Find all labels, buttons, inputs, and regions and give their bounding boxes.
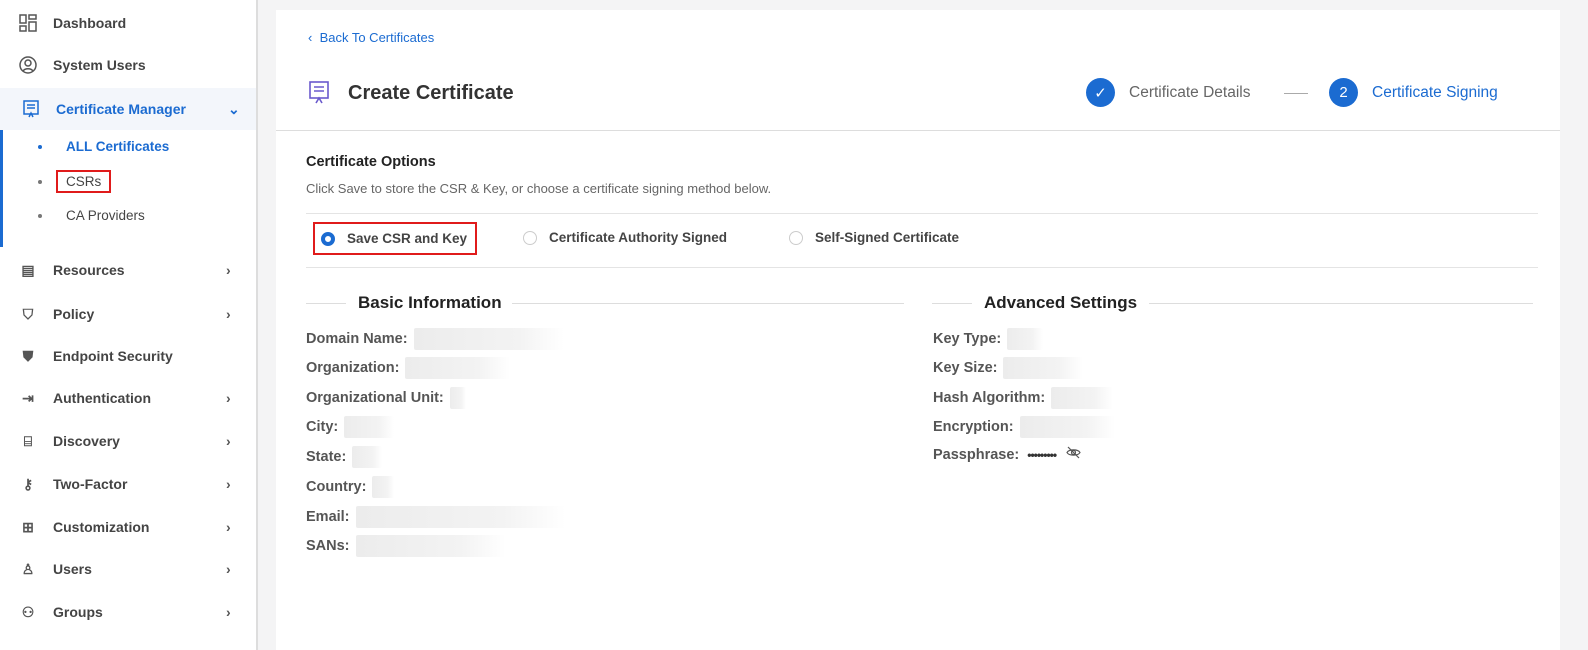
radio-certificate-authority-signed[interactable]: Certificate Authority Signed	[523, 230, 727, 245]
radio-unselected	[789, 230, 803, 245]
blurred-value	[1019, 416, 1115, 438]
sidebar-item-certificate-manager[interactable]: Certificate Manager ⌄	[0, 88, 256, 130]
chevron-down-icon: ⌄	[228, 100, 240, 117]
server-icon: ▤	[21, 261, 35, 278]
radio-selected	[321, 231, 335, 246]
back-link[interactable]: ‹ Back To Certificates	[308, 30, 434, 45]
step-connector	[1284, 93, 1308, 94]
sidebar-item-groups[interactable]: ⚇ Groups ›	[0, 592, 256, 632]
login-icon: ⇥	[22, 389, 34, 406]
sidebar-item-authentication[interactable]: ⇥ Authentication ›	[0, 378, 256, 418]
field-country: Country:	[306, 476, 395, 498]
main-card: ‹ Back To Certificates Create Certificat…	[276, 10, 1560, 650]
field-sans: SANs:	[306, 535, 506, 557]
blurred-value	[405, 357, 511, 379]
passphrase-value: •••••••••	[1027, 447, 1057, 462]
certificate-icon	[308, 80, 330, 104]
chevron-right-icon: ›	[226, 476, 231, 492]
blurred-value	[355, 506, 566, 528]
sidebar-item-policy[interactable]: ⛉ Policy ›	[0, 294, 256, 334]
field-email: Email:	[306, 506, 566, 528]
router-icon: ⌸	[23, 432, 33, 449]
sidebar-item-customization[interactable]: ⊞ Customization ›	[0, 507, 256, 547]
shield-filled-icon: ⛊	[22, 347, 34, 364]
users-icon: ⚇	[21, 603, 35, 620]
blurred-value	[1007, 328, 1044, 350]
field-passphrase: Passphrase: •••••••••	[933, 446, 1081, 463]
chevron-left-icon: ‹	[308, 30, 320, 45]
field-key-size: Key Size:	[933, 357, 1084, 379]
radio-self-signed-certificate[interactable]: Self-Signed Certificate	[789, 230, 959, 245]
divider	[306, 213, 1538, 214]
options-title: Certificate Options	[306, 154, 436, 170]
bullet	[38, 144, 42, 149]
field-hash-algorithm: Hash Algorithm:	[933, 387, 1114, 409]
field-organizational-unit: Organizational Unit:	[306, 387, 466, 409]
divider	[306, 267, 1538, 268]
field-encryption: Encryption:	[933, 416, 1115, 438]
radio-save-csr-and-key[interactable]: Save CSR and Key	[313, 222, 478, 255]
blurred-value	[344, 416, 395, 438]
shield-icon: ⛉	[22, 305, 34, 322]
blurred-value	[355, 535, 506, 557]
blurred-value	[1051, 387, 1114, 409]
sidebar-item-endpoint-security[interactable]: ⛊ Endpoint Security	[0, 336, 256, 376]
sidebar-subitem-csrs[interactable]: CSRs	[38, 170, 112, 193]
key-icon: ⚷	[22, 475, 34, 492]
options-description: Click Save to store the CSR & Key, or ch…	[306, 181, 772, 196]
eye-off-icon[interactable]	[1066, 446, 1081, 463]
step-certificate-details: ✓ Certificate Details	[1086, 78, 1250, 107]
sidebar-item-discovery[interactable]: ⌸ Discovery ›	[0, 421, 256, 461]
radio-unselected	[523, 230, 537, 245]
check-icon: ✓	[1086, 78, 1115, 107]
page-title: Create Certificate	[348, 82, 514, 104]
user-icon: ♙	[21, 560, 35, 577]
sidebar-item-resources[interactable]: ▤ Resources ›	[0, 250, 256, 290]
chevron-right-icon: ›	[226, 306, 231, 322]
sidebar-item-users[interactable]: ♙ Users ›	[0, 549, 256, 589]
divider	[276, 130, 1560, 131]
field-domain-name: Domain Name:	[306, 328, 564, 350]
field-organization: Organization:	[306, 357, 511, 379]
sidebar: Dashboard System Users Certificate Manag…	[0, 0, 258, 650]
blurred-value	[449, 387, 466, 409]
blurred-value	[1003, 357, 1084, 379]
step-certificate-signing: 2 Certificate Signing	[1329, 78, 1498, 107]
user-circle-icon	[18, 55, 38, 75]
sidebar-item-dashboard[interactable]: Dashboard	[0, 3, 256, 43]
field-state: State:	[306, 446, 383, 468]
chevron-right-icon: ›	[226, 561, 231, 577]
blurred-value	[372, 476, 395, 498]
chevron-right-icon: ›	[226, 604, 231, 620]
dashboard-icon	[18, 13, 38, 33]
bullet	[38, 179, 42, 184]
sidebar-item-two-factor[interactable]: ⚷ Two-Factor ›	[0, 464, 256, 504]
chevron-right-icon: ›	[226, 390, 231, 406]
grid-plus-icon: ⊞	[22, 518, 34, 535]
chevron-right-icon: ›	[226, 519, 231, 535]
field-city: City:	[306, 416, 395, 438]
advanced-settings-header: Advanced Settings	[932, 293, 1534, 313]
sidebar-subitem-all-certificates[interactable]: ALL Certificates	[38, 139, 169, 154]
chevron-right-icon: ›	[226, 262, 231, 278]
blurred-value	[352, 446, 383, 468]
bullet	[38, 213, 42, 218]
field-key-type: Key Type:	[933, 328, 1044, 350]
blurred-value	[413, 328, 564, 350]
chevron-right-icon: ›	[226, 433, 231, 449]
sidebar-subitem-ca-providers[interactable]: CA Providers	[38, 208, 145, 223]
sidebar-item-system-users[interactable]: System Users	[0, 45, 256, 85]
basic-information-header: Basic Information	[306, 293, 904, 313]
certificate-icon	[21, 99, 41, 119]
